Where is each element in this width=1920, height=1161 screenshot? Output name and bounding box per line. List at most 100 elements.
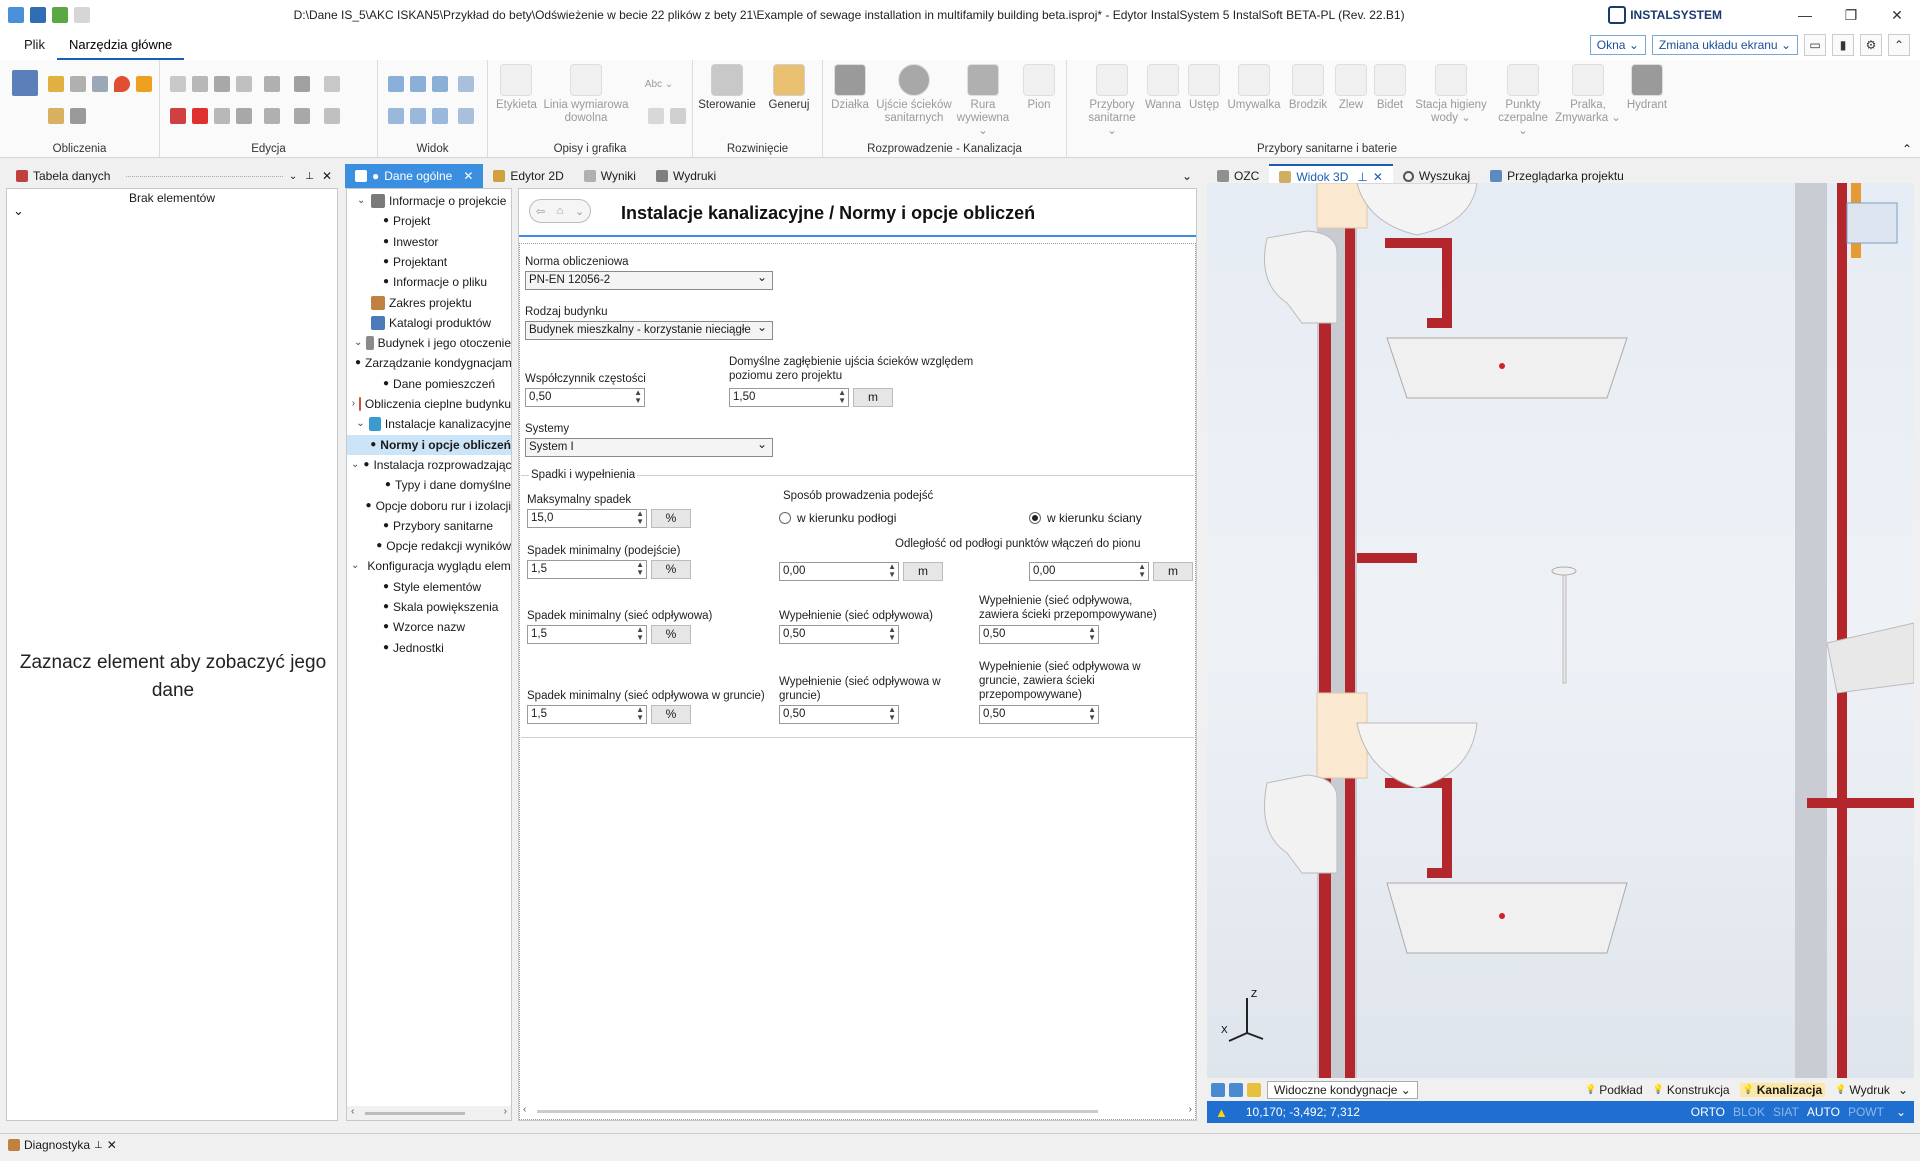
view-3d-canvas[interactable]: Z X — [1207, 183, 1914, 1078]
flame-icon[interactable] — [136, 76, 152, 92]
status-flag[interactable]: SIAT — [1773, 1105, 1799, 1119]
delete-icon[interactable] — [192, 108, 208, 124]
tree-item[interactable]: ● Dane pomieszczeń — [347, 374, 511, 394]
visible-storeys-dropdown[interactable]: Widoczne kondygnacje ⌄ — [1267, 1080, 1418, 1099]
tree-expander-icon[interactable]: › — [352, 394, 355, 414]
table-icon[interactable] — [648, 108, 664, 124]
budynek-select[interactable]: Budynek mieszkalny - korzystanie nieciąg… — [525, 319, 773, 340]
tree-item[interactable]: ● Inwestor — [347, 232, 511, 252]
tree-item[interactable]: ● Informacje o pliku — [347, 272, 511, 292]
tree-item[interactable]: Katalogi produktów — [347, 313, 511, 333]
tree-item[interactable]: ● Projekt — [347, 211, 511, 231]
zoom-out-icon[interactable] — [410, 76, 426, 92]
close-icon[interactable]: ✕ — [107, 1138, 117, 1152]
layer-item[interactable]: 💡 Konstrukcja — [1653, 1083, 1730, 1097]
wypelnienie-grunt-input[interactable]: 0,50 ▲ ▼ — [779, 705, 899, 724]
calc-sewer-icon[interactable] — [92, 76, 108, 92]
tree-item[interactable]: ⌄ ● Instalacja rozprowadzająca — [347, 455, 511, 475]
open-icon[interactable] — [52, 7, 68, 23]
max-spadek-input[interactable]: 15,0 ▲ ▼ — [527, 509, 647, 528]
tree-scrollbar[interactable]: ‹ › — [347, 1106, 511, 1120]
close-icon[interactable]: ✕ — [322, 169, 332, 183]
save-icon[interactable] — [30, 7, 46, 23]
tab-wydruki[interactable]: Wydruki — [646, 164, 726, 188]
align-icon[interactable] — [264, 76, 280, 92]
back-icon[interactable]: ⇦ — [536, 205, 545, 218]
close-tab-icon[interactable]: ✕ — [463, 169, 473, 183]
tree-item[interactable]: ● Projektant — [347, 252, 511, 272]
layer-item[interactable]: 💡 Wydruk — [1835, 1083, 1890, 1097]
tab-narzedzia-glowne[interactable]: Narzędzia główne — [56, 30, 185, 60]
tab-edytor-2d[interactable]: Edytor 2D — [483, 164, 573, 188]
tree-item[interactable]: ● Opcje doboru rur i izolacji — [347, 496, 511, 516]
tab-dane-ogolne[interactable]: ● Dane ogólne ✕ — [345, 164, 484, 188]
layer-item[interactable]: 💡 Podkład — [1585, 1083, 1643, 1097]
chevron-down-icon[interactable]: ⌄ — [289, 171, 297, 182]
ujscie-button[interactable]: Ujście ścieków sanitarnych — [875, 64, 953, 125]
odleglosc-input-2[interactable]: 0,00 ▲ ▼ — [1029, 562, 1149, 581]
calc-table-icon[interactable] — [12, 70, 38, 96]
minimize-button[interactable]: — — [1782, 7, 1828, 23]
spadek-odplywowa-input[interactable]: 1,5 ▲ ▼ — [527, 625, 647, 644]
zoom-all-icon[interactable] — [388, 108, 404, 124]
home-icon[interactable] — [8, 7, 24, 23]
rotate-icon[interactable] — [236, 108, 252, 124]
tree-item[interactable]: ● Style elementów — [347, 577, 511, 597]
array-icon[interactable] — [294, 108, 310, 124]
okna-dropdown[interactable]: Okna ⌄ — [1589, 35, 1646, 55]
generuj-button[interactable]: Generuj — [759, 64, 819, 112]
collapse-ribbon-button[interactable]: ⌃ — [1888, 34, 1910, 56]
dzialka-button[interactable]: Działka — [825, 64, 875, 112]
radio-w-kierunku-podlogi[interactable]: w kierunku podłogi — [779, 511, 896, 525]
select-icon[interactable] — [324, 108, 340, 124]
group-icon[interactable] — [324, 76, 340, 92]
tree-item[interactable]: › Obliczenia cieplne budynku — [347, 394, 511, 414]
punkty-czerpalne-button[interactable]: Punkty czerpalne ⌄ — [1493, 64, 1553, 138]
back-forward-nav[interactable]: ⇦ ⌂ ⌄ — [529, 199, 591, 223]
pin-icon[interactable]: ⊥ — [1357, 170, 1367, 184]
odleglosc-input-1[interactable]: 0,00 ▲ ▼ — [779, 562, 899, 581]
sterowanie-button[interactable]: Sterowanie — [697, 64, 757, 112]
tree-expander-icon[interactable]: ⌄ — [357, 191, 367, 211]
tree-item[interactable]: ⌄ Informacje o projekcie — [347, 191, 511, 211]
zaglebienie-input[interactable]: 1,50 ▲ ▼ — [729, 388, 849, 407]
tree-item[interactable]: ⌄ Budynek i jego otoczenie — [347, 333, 511, 353]
tree-expander-icon[interactable]: ⌄ — [351, 556, 359, 576]
tree-item[interactable]: ⌄ Konfiguracja wyglądu elementów — [347, 556, 511, 576]
expand-icon[interactable]: ⌄ — [13, 203, 24, 219]
tab-diagnostyka[interactable]: Diagnostyka ⊥ ✕ — [8, 1138, 117, 1152]
tree-item[interactable]: ● Normy i opcje obliczeń — [347, 434, 511, 455]
wanna-button[interactable]: Wanna — [1143, 64, 1183, 112]
close-tab-icon[interactable]: ✕ — [1373, 170, 1383, 184]
wypelnienie-przepomp-input[interactable]: 0,50 ▲ ▼ — [979, 625, 1099, 644]
tree-expander-icon[interactable]: ⌄ — [356, 414, 365, 434]
systemy-select[interactable]: System I — [525, 436, 773, 457]
stacja-higieny-button[interactable]: Stacja higieny wody ⌄ — [1411, 64, 1491, 125]
pin-icon[interactable]: ⊥ — [94, 1140, 103, 1151]
zoom-in-icon[interactable] — [388, 76, 404, 92]
radio-circle[interactable] — [779, 512, 791, 524]
redo-icon[interactable] — [236, 76, 252, 92]
bulb-icon[interactable] — [1247, 1082, 1261, 1097]
tree-item[interactable]: Zakres projektu — [347, 293, 511, 313]
calc-a-icon[interactable] — [48, 76, 64, 92]
copy-icon[interactable] — [170, 76, 186, 92]
calc-building-icon[interactable] — [70, 76, 86, 92]
przybory-sanitarne-button[interactable]: Przybory sanitarne ⌄ — [1083, 64, 1141, 138]
pralka-button[interactable]: Pralka, Zmywarka ⌄ — [1555, 64, 1621, 125]
norma-select[interactable]: PN-EN 12056-2 — [525, 269, 773, 290]
status-flag[interactable]: BLOK — [1733, 1105, 1765, 1119]
ribbon-collapse-icon[interactable]: ⌃ — [1902, 142, 1912, 156]
layer-item[interactable]: 💡 Kanalizacja — [1739, 1082, 1826, 1097]
pion-button[interactable]: Pion — [1015, 64, 1063, 112]
image-icon[interactable] — [670, 108, 686, 124]
view-select-icon[interactable] — [458, 108, 474, 124]
spadek-podejscie-input[interactable]: 1,5 ▲ ▼ — [527, 560, 647, 579]
arrow-down-icon[interactable] — [1229, 1082, 1243, 1097]
calculator-icon[interactable]: ▮ — [1832, 34, 1854, 56]
tab-tabela-danych[interactable]: Tabela danych — [6, 164, 120, 188]
paste-icon[interactable] — [192, 76, 208, 92]
chevron-down-icon[interactable]: ⌄ — [1896, 1105, 1906, 1119]
tree-item[interactable]: ● Skala powiększenia — [347, 597, 511, 617]
etykieta-button[interactable]: Etykieta — [496, 64, 537, 112]
